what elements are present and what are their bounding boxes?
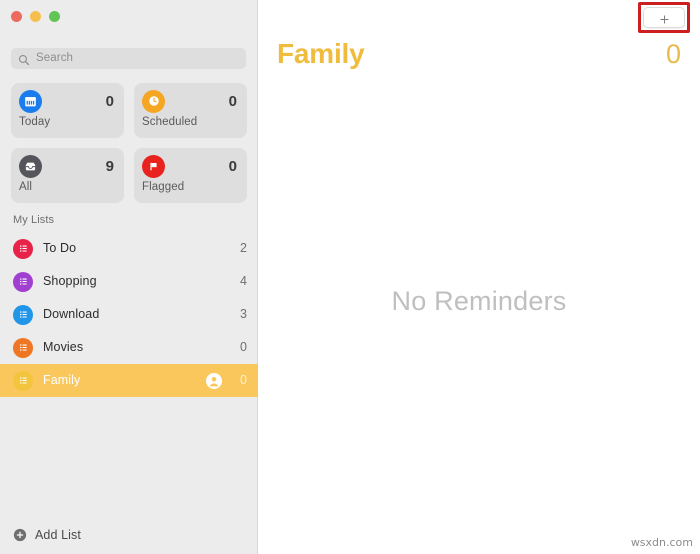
smart-list-flagged[interactable]: 0 Flagged xyxy=(134,148,247,203)
smart-list-all-count: 9 xyxy=(105,157,114,175)
sidebar: Search 0 Today 0 Scheduled 9 All 0 Flagg… xyxy=(0,0,258,554)
close-window-button[interactable] xyxy=(11,11,22,22)
smart-list-flagged-count: 0 xyxy=(228,157,237,175)
sidebar-item-to-do-count: 2 xyxy=(240,241,247,256)
sidebar-item-family-label: Family xyxy=(43,373,81,388)
smart-lists-grid: 0 Today 0 Scheduled 9 All 0 Flagged xyxy=(11,83,247,203)
smart-list-today-label: Today xyxy=(19,116,51,128)
inbox-icon xyxy=(19,154,42,178)
flag-icon xyxy=(142,154,165,178)
add-reminder-button[interactable] xyxy=(643,7,685,28)
smart-list-all[interactable]: 9 All xyxy=(11,148,124,203)
list-icon xyxy=(13,238,33,259)
sidebar-item-movies-count: 0 xyxy=(240,340,247,355)
my-lists-section-header: My Lists xyxy=(13,214,55,226)
list-icon xyxy=(13,370,33,391)
smart-list-all-top: 9 xyxy=(19,154,116,178)
reminder-count: 0 xyxy=(665,39,681,69)
plus-icon xyxy=(659,12,670,24)
window-controls xyxy=(11,11,60,22)
sidebar-item-shopping-label: Shopping xyxy=(43,274,97,289)
smart-list-flagged-label: Flagged xyxy=(142,181,185,193)
reminders-app-window: Search 0 Today 0 Scheduled 9 All 0 Flagg… xyxy=(0,0,700,554)
minimize-window-button[interactable] xyxy=(30,11,41,22)
sidebar-item-to-do[interactable]: To Do 2 xyxy=(0,232,258,265)
sidebar-item-download-count: 3 xyxy=(240,307,247,322)
smart-list-flagged-top: 0 xyxy=(142,154,239,178)
add-list-button[interactable]: Add List xyxy=(13,528,81,542)
shared-person-icon xyxy=(206,372,222,389)
sidebar-item-shopping-count: 4 xyxy=(240,274,247,289)
smart-list-today[interactable]: 0 Today xyxy=(11,83,124,138)
main-content: Family 0 No Reminders wsxdn.com xyxy=(258,0,700,554)
sidebar-item-movies[interactable]: Movies 0 xyxy=(0,331,258,364)
smart-list-scheduled[interactable]: 0 Scheduled xyxy=(134,83,247,138)
sidebar-item-shopping[interactable]: Shopping 4 xyxy=(0,265,258,298)
add-reminder-annotation-box xyxy=(638,2,690,33)
smart-list-scheduled-label: Scheduled xyxy=(142,116,198,128)
sidebar-item-family-count: 0 xyxy=(240,373,247,388)
add-list-label: Add List xyxy=(35,527,81,542)
empty-state-message: No Reminders xyxy=(391,286,567,316)
watermark: wsxdn.com xyxy=(630,536,693,549)
list-icon xyxy=(13,337,33,358)
search-icon xyxy=(18,53,30,65)
maximize-window-button[interactable] xyxy=(49,11,60,22)
smart-list-all-label: All xyxy=(19,181,33,193)
sidebar-item-movies-label: Movies xyxy=(43,340,84,355)
smart-list-today-count: 0 xyxy=(105,92,114,110)
search-placeholder: Search xyxy=(36,51,74,64)
sidebar-item-download-label: Download xyxy=(43,307,100,322)
list-header: Family 0 xyxy=(277,40,681,68)
smart-list-today-top: 0 xyxy=(19,89,116,113)
smart-list-scheduled-count: 0 xyxy=(228,92,237,110)
plus-circle-icon xyxy=(13,528,27,542)
list-icon xyxy=(13,304,33,325)
list-icon xyxy=(13,271,33,292)
user-lists: To Do 2 Shopping 4 Download 3 Movies 0 F… xyxy=(0,232,258,397)
sidebar-item-to-do-label: To Do xyxy=(43,241,77,256)
sidebar-item-family[interactable]: Family 0 xyxy=(0,364,258,397)
sidebar-item-download[interactable]: Download 3 xyxy=(0,298,258,331)
calendar-icon xyxy=(19,89,42,113)
page-title: Family xyxy=(277,38,365,69)
search-input[interactable]: Search xyxy=(11,48,246,69)
clock-icon xyxy=(142,89,165,113)
smart-list-scheduled-top: 0 xyxy=(142,89,239,113)
